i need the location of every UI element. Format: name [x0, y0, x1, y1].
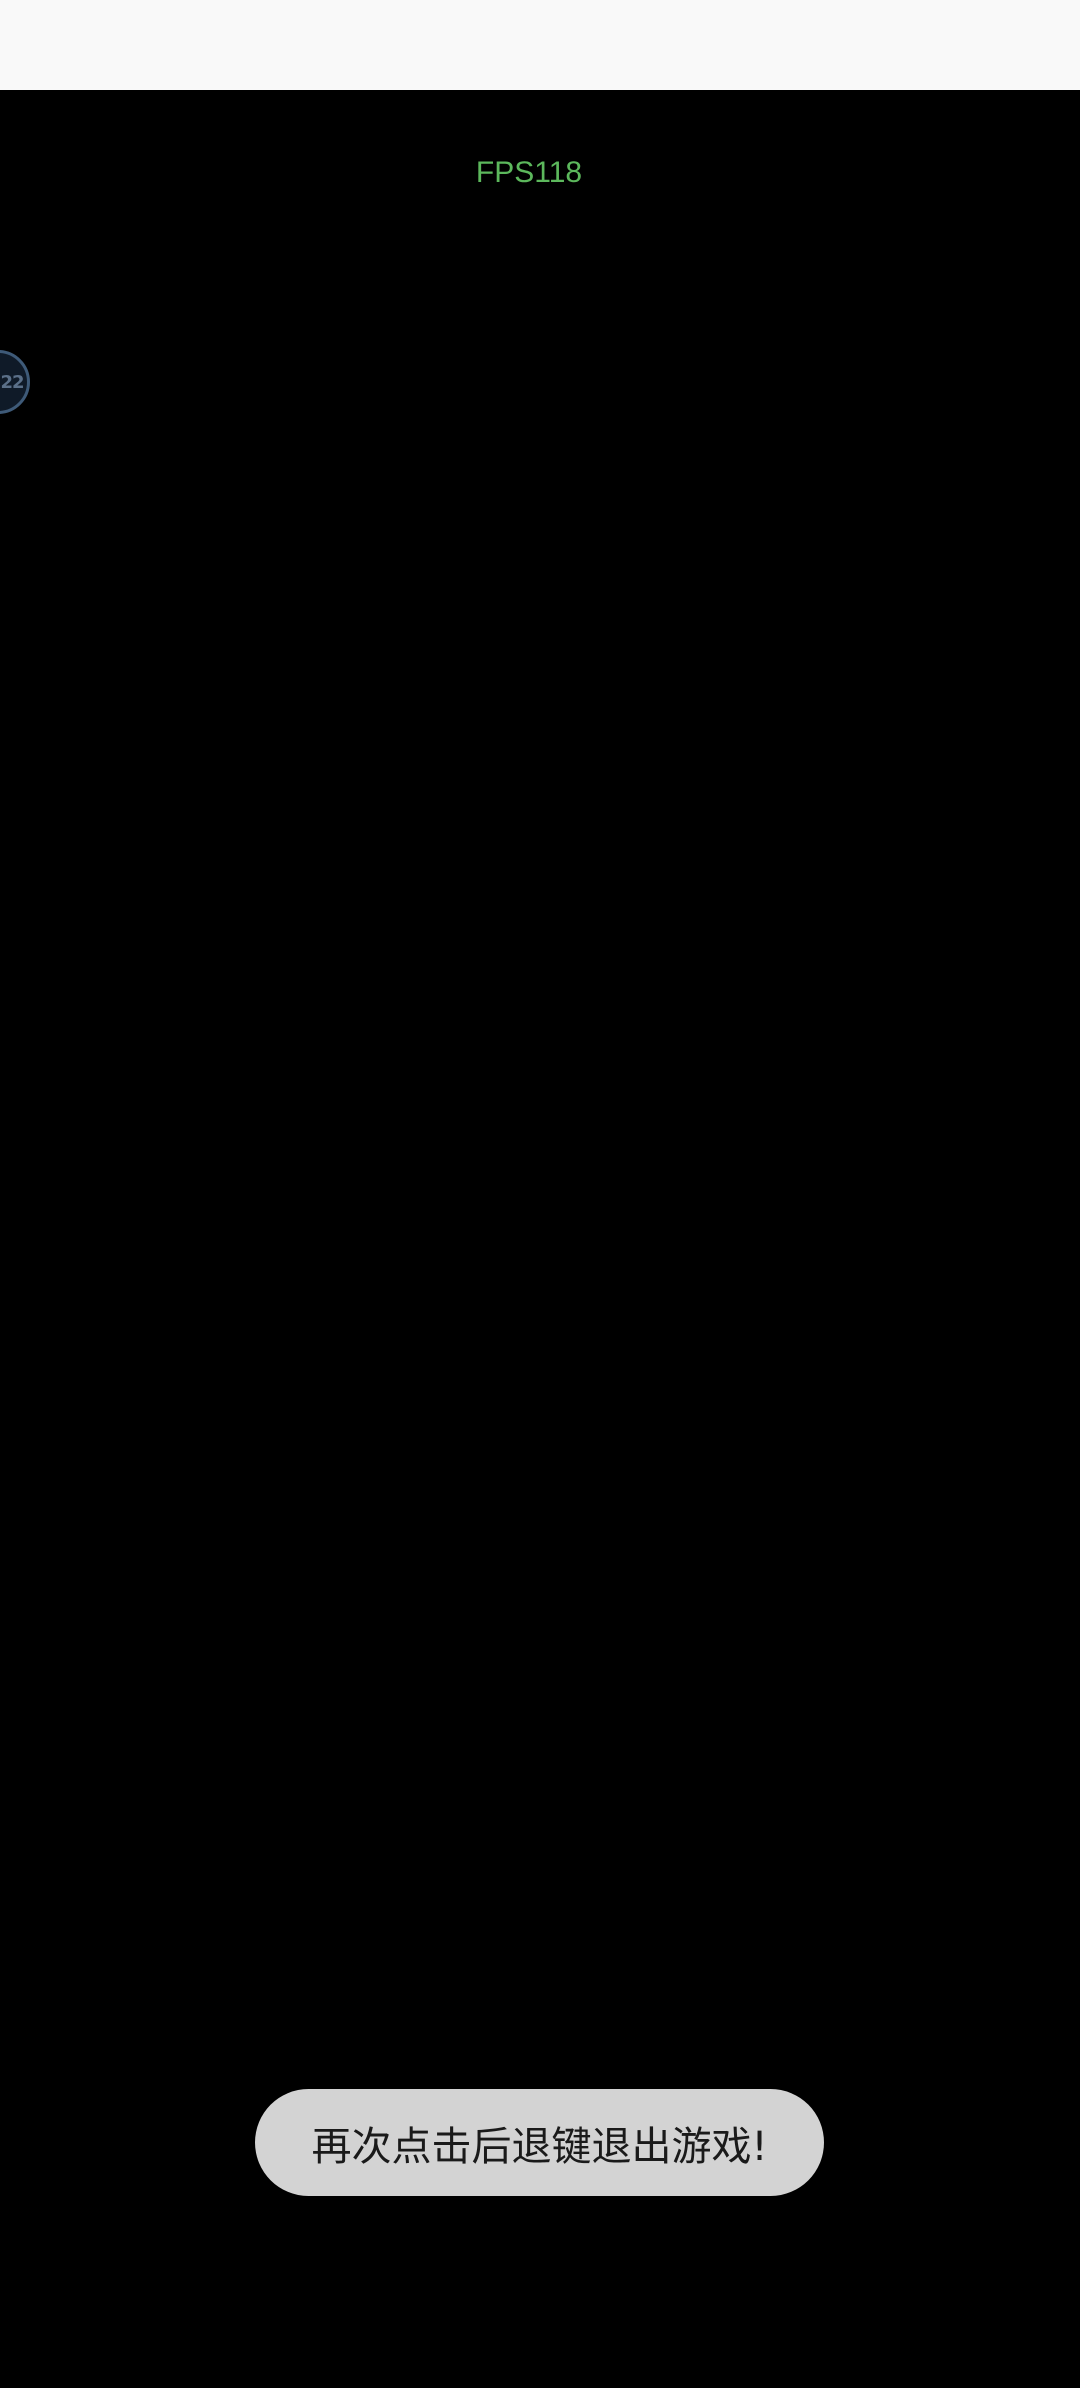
status-bar — [0, 0, 1080, 90]
exit-toast: 再次点击后退键退出游戏! — [255, 2089, 824, 2196]
game-canvas[interactable] — [0, 90, 1080, 2388]
toast-message: 再次点击后退键退出游戏! — [311, 2123, 768, 2170]
floating-ball-label: 22 — [0, 371, 24, 393]
fps-counter: FPS118 — [475, 156, 583, 189]
